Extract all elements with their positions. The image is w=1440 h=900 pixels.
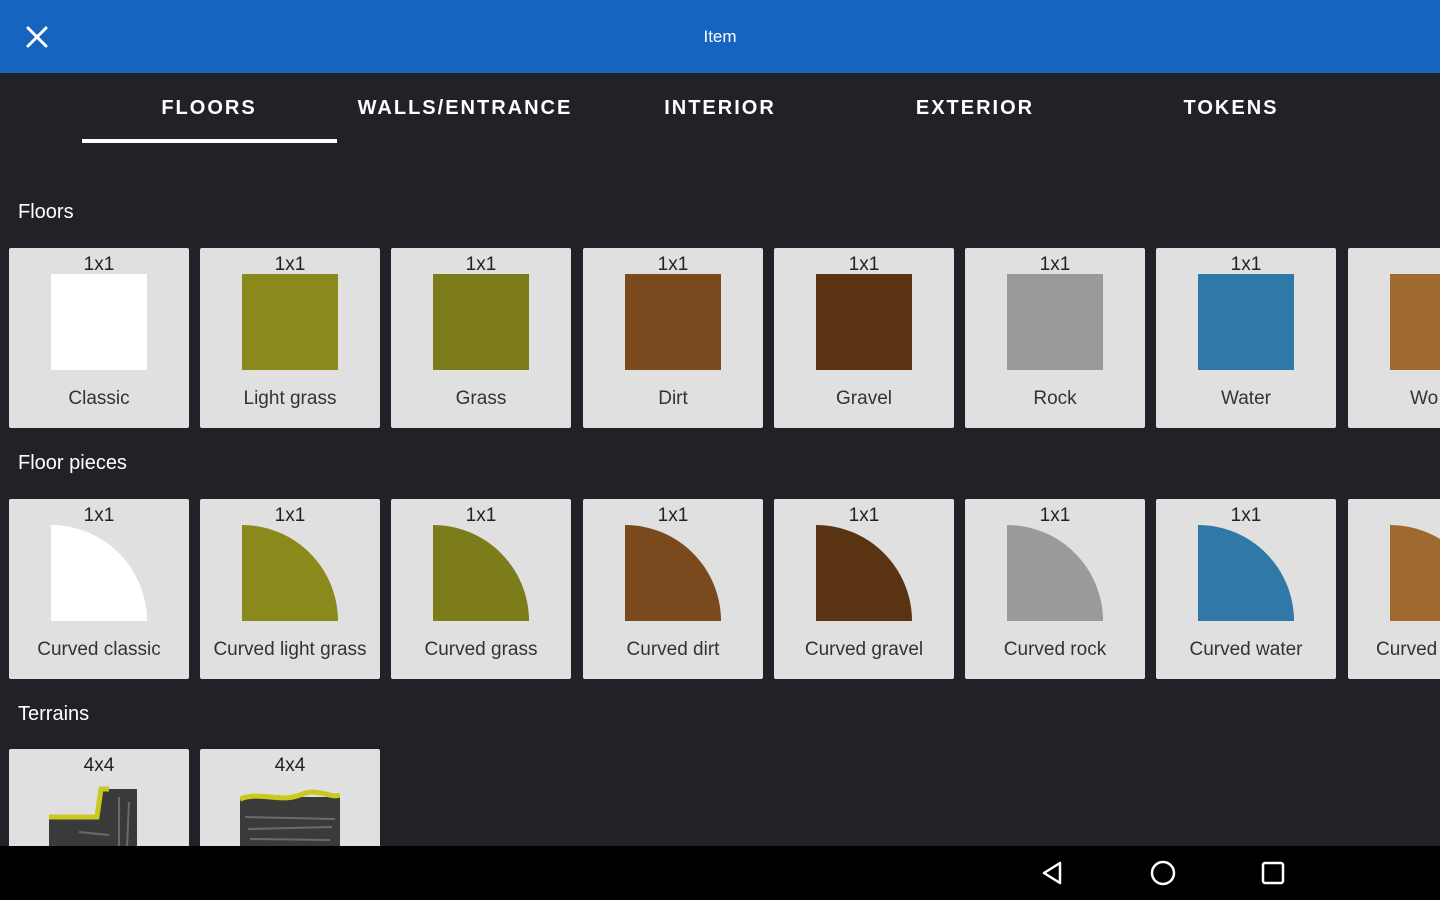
tile-label: Rock	[1033, 388, 1077, 409]
tile-label: Curved classic	[37, 639, 161, 660]
tile-classic[interactable]: 1x1 Classic	[9, 248, 189, 428]
tile-grass[interactable]: 1x1 Grass	[391, 248, 571, 428]
tile-label: Grass	[455, 388, 507, 409]
nav-recents-button[interactable]	[1256, 856, 1290, 890]
section-title-floor-pieces: Floor pieces	[18, 452, 127, 474]
tile-rock[interactable]: 1x1 Rock	[965, 248, 1145, 428]
swatch-curved-wood	[1390, 525, 1440, 621]
swatch-curved-dirt	[625, 525, 721, 621]
tile-label: Curved grass	[424, 639, 538, 660]
tile-label: Curved dirt	[626, 639, 720, 660]
tile-light-grass[interactable]: 1x1 Light grass	[200, 248, 380, 428]
swatch-light-grass	[242, 274, 338, 370]
tile-size: 1x1	[1039, 505, 1071, 526]
tile-size: 1x1	[848, 254, 880, 275]
tile-size: 1x1	[1230, 254, 1262, 275]
recents-square-icon	[1261, 861, 1285, 885]
tile-curved-classic[interactable]: 1x1 Curved classic	[9, 499, 189, 679]
terrains-row: 4x4 4x4	[9, 749, 1440, 846]
tile-label: Curved gravel	[804, 639, 924, 660]
swatch-curved-classic	[51, 525, 147, 621]
tile-curved-rock[interactable]: 1x1 Curved rock	[965, 499, 1145, 679]
tab-exterior[interactable]: EXTERIOR	[847, 73, 1103, 151]
swatch-curved-light-grass	[242, 525, 338, 621]
tile-curved-gravel[interactable]: 1x1 Curved gravel	[774, 499, 954, 679]
tile-curved-grass[interactable]: 1x1 Curved grass	[391, 499, 571, 679]
terrain-river-bend-image	[49, 786, 137, 846]
tab-walls-entrance[interactable]: WALLS/ENTRANCE	[337, 73, 593, 151]
tile-dirt[interactable]: 1x1 Dirt	[583, 248, 763, 428]
tile-label: Wo	[1410, 388, 1439, 409]
tile-size: 1x1	[1230, 505, 1262, 526]
swatch-water	[1198, 274, 1294, 370]
tile-size: 1x1	[83, 254, 115, 275]
tile-water[interactable]: 1x1 Water	[1156, 248, 1336, 428]
tile-size: 1x1	[1039, 254, 1071, 275]
tile-terrain-2[interactable]: 4x4	[200, 749, 380, 846]
tile-size: 1x1	[274, 254, 306, 275]
active-tab-indicator	[82, 139, 337, 143]
tile-size: 1x1	[657, 254, 689, 275]
floor-pieces-row: 1x1 Curved classic 1x1 Curved light gras…	[9, 499, 1440, 681]
tile-label: Water	[1221, 388, 1271, 409]
tile-size: 4x4	[83, 755, 115, 776]
tile-label: Light grass	[243, 388, 337, 409]
swatch-dirt	[625, 274, 721, 370]
home-circle-icon	[1150, 860, 1176, 886]
tile-label: Gravel	[836, 388, 892, 409]
swatch-rock	[1007, 274, 1103, 370]
section-title-floors: Floors	[18, 201, 74, 223]
tile-terrain-1[interactable]: 4x4	[9, 749, 189, 846]
tile-curved-wood-partial[interactable]: 1 Curved	[1348, 499, 1440, 679]
tile-label: Curved water	[1189, 639, 1303, 660]
tile-curved-light-grass[interactable]: 1x1 Curved light grass	[200, 499, 380, 679]
tile-curved-water[interactable]: 1x1 Curved water	[1156, 499, 1336, 679]
swatch-grass	[433, 274, 529, 370]
tile-size: 1x1	[848, 505, 880, 526]
tile-size: 1x1	[465, 505, 497, 526]
tile-size: 1x1	[83, 505, 115, 526]
swatch-curved-water	[1198, 525, 1294, 621]
terrain-ridge-image	[240, 789, 340, 846]
tile-size: 1x1	[274, 505, 306, 526]
floors-row: 1x1 Classic 1x1 Light grass 1x1 Grass 1x…	[9, 248, 1440, 430]
swatch-wood	[1390, 274, 1440, 370]
tile-size: 1x1	[657, 505, 689, 526]
section-title-terrains: Terrains	[18, 703, 90, 725]
page-title: Item	[703, 27, 737, 46]
nav-back-button[interactable]	[1036, 856, 1070, 890]
nav-home-button[interactable]	[1146, 856, 1180, 890]
tile-label: Classic	[68, 388, 130, 409]
tile-label: Dirt	[658, 388, 688, 409]
back-triangle-icon	[1042, 861, 1062, 885]
tile-size: 1x1	[465, 254, 497, 275]
app-bar: Item	[0, 0, 1440, 73]
swatch-curved-rock	[1007, 525, 1103, 621]
tile-curved-dirt[interactable]: 1x1 Curved dirt	[583, 499, 763, 679]
tile-label: Curved rock	[1003, 639, 1107, 660]
swatch-classic	[51, 274, 147, 370]
tab-tokens[interactable]: TOKENS	[1103, 73, 1359, 151]
system-nav-bar	[0, 846, 1440, 900]
tile-size: 4x4	[274, 755, 306, 776]
tile-label: Curved	[1376, 639, 1438, 660]
tile-gravel[interactable]: 1x1 Gravel	[774, 248, 954, 428]
tab-interior[interactable]: INTERIOR	[592, 73, 848, 151]
swatch-gravel	[816, 274, 912, 370]
swatch-curved-grass	[433, 525, 529, 621]
swatch-curved-gravel	[816, 525, 912, 621]
tile-label: Curved light grass	[213, 639, 367, 660]
tile-wood-partial[interactable]: 1 Wo	[1348, 248, 1440, 428]
